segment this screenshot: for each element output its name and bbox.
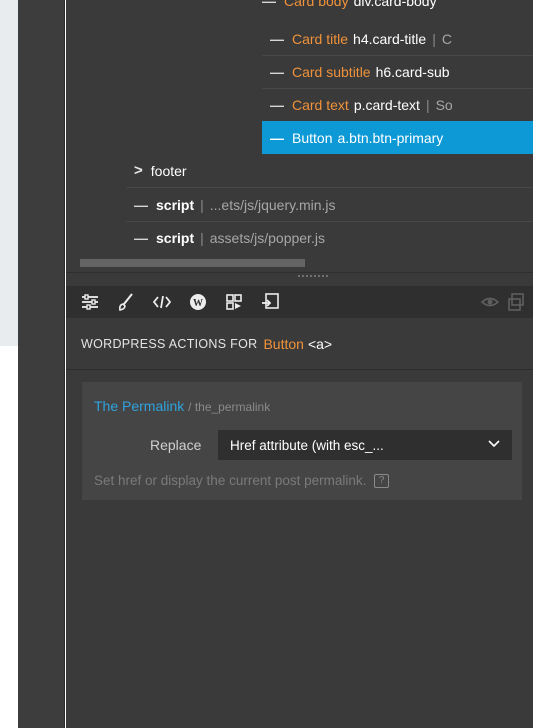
tree-row-script-jquery[interactable]: — script | ...ets/js/jquery.min.js	[134, 188, 336, 221]
replace-label: Replace	[150, 437, 202, 453]
help-text: Set href or display the current post per…	[94, 473, 367, 488]
tree-row-src: ...ets/js/jquery.min.js	[209, 196, 336, 213]
help-icon[interactable]: ?	[374, 474, 390, 489]
sliders-icon[interactable]	[78, 290, 102, 314]
tree-row-name: Button	[292, 129, 333, 146]
left-gutter	[18, 0, 65, 728]
page-canvas-light	[0, 0, 18, 346]
tree-row-tag: script	[156, 229, 195, 246]
tree-row-name: Card subtitle	[292, 63, 371, 80]
tree-row-card-subtitle[interactable]: — Card subtitle h6.card-sub	[270, 55, 450, 88]
tree-row-extra: So	[435, 96, 453, 113]
tree-row-sep: |	[425, 96, 430, 113]
duplicate-icon[interactable]	[504, 290, 528, 314]
action-title-label[interactable]: The Permalink	[94, 398, 184, 414]
tree-row-tag: script	[156, 196, 195, 213]
action-title[interactable]: The Permalink / the_permalink	[94, 398, 270, 414]
tree-row-card-text[interactable]: — Card text p.card-text | So	[270, 88, 453, 121]
tree-row-sep: |	[432, 30, 436, 47]
action-help-text: Set href or display the current post per…	[94, 473, 390, 489]
tree-dash: —	[270, 129, 284, 146]
svg-text:W: W	[193, 298, 203, 309]
wordpress-icon[interactable]: W	[186, 290, 210, 314]
tree-row-name: Card text	[292, 96, 349, 113]
tree-row-footer[interactable]: > footer	[134, 154, 187, 187]
tree-row-extra: C	[441, 30, 452, 47]
pinegrow-panel: — Card body div.card-body — Card title h4.…	[66, 0, 533, 728]
action-function-name: / the_permalink	[188, 400, 271, 414]
tree-row-tag: p.card-text	[353, 96, 420, 113]
eye-icon[interactable]	[478, 290, 502, 314]
tree-row-tag: h4.card-title	[353, 30, 427, 47]
tree-row-partial[interactable]: — Card body div.card-body	[262, 0, 437, 17]
tree-row-tag: h6.card-sub	[375, 63, 450, 80]
tree-dash: —	[134, 196, 148, 213]
code-icon[interactable]	[150, 290, 174, 314]
replace-select[interactable]: Href attribute (with esc_...	[218, 430, 512, 460]
panel-splitter[interactable]	[66, 272, 533, 286]
replace-select-value: Href attribute (with esc_...	[230, 437, 384, 453]
grip-dots-icon	[298, 275, 328, 277]
chevron-down-icon	[488, 440, 500, 448]
wordpress-actions-header: WORDPRESS ACTIONS FOR Button <a>	[66, 318, 533, 370]
tree-row-name: Card title	[292, 30, 349, 47]
tree-dash: —	[134, 229, 148, 246]
tree-dash: —	[270, 96, 284, 113]
tree-row-sep: |	[200, 229, 204, 246]
permalink-action-card: The Permalink / the_permalink Replace Hr…	[82, 382, 522, 500]
chevron-right-icon[interactable]: >	[134, 162, 143, 179]
import-icon[interactable]	[258, 290, 282, 314]
tree-row-tag: footer	[150, 162, 187, 179]
tree-horizontal-scrollbar[interactable]	[80, 259, 305, 267]
tree-row-card-title[interactable]: — Card title h4.card-title | C	[270, 22, 452, 55]
element-tree[interactable]: — Card body div.card-body — Card title h4.…	[66, 0, 533, 256]
tree-row-tag: a.btn.btn-primary	[337, 129, 444, 146]
right-gutter	[533, 0, 543, 728]
components-icon[interactable]	[222, 290, 246, 314]
tree-row-src: assets/js/popper.js	[209, 229, 325, 246]
selected-element-tag: <a>	[307, 335, 333, 352]
brush-icon[interactable]	[114, 290, 138, 314]
tree-row-button-selected[interactable]: — Button a.btn.btn-primary	[262, 121, 533, 154]
tree-dash: —	[270, 30, 284, 47]
selected-element-name: Button	[263, 335, 304, 352]
actions-header-label: WORDPRESS ACTIONS FOR	[81, 336, 258, 351]
panel-tab-toolbar: W	[66, 286, 533, 318]
tree-row-sep: |	[200, 196, 204, 213]
tree-dash: —	[270, 63, 284, 80]
tree-row-script-popper[interactable]: — script | assets/js/popper.js	[134, 221, 325, 254]
